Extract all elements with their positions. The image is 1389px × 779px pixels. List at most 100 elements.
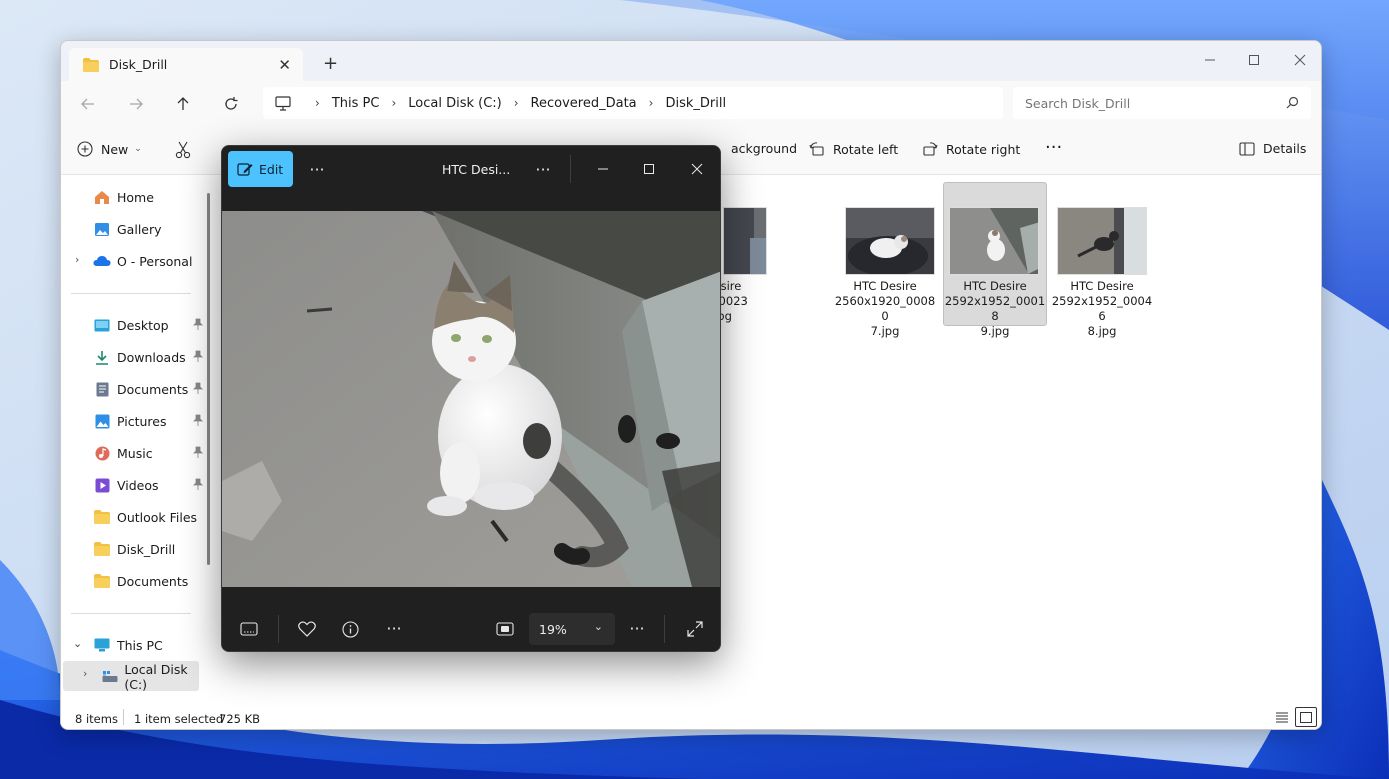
- selection-size: 725 KB: [219, 712, 261, 726]
- forward-button[interactable]: [125, 93, 147, 115]
- breadcrumb[interactable]: › This PC › Local Disk (C:) › Recovered_…: [263, 87, 1003, 119]
- breadcrumb-recovered-data[interactable]: Recovered_Data: [531, 96, 637, 111]
- sidebar-item-documents-folder[interactable]: Documents: [93, 569, 203, 593]
- sidebar-item-local-disk[interactable]: Local Disk (C:): [101, 662, 211, 692]
- rotate-left-button[interactable]: Rotate left: [809, 141, 898, 157]
- divider: [278, 615, 279, 643]
- sidebar-item-pictures[interactable]: Pictures: [93, 409, 203, 433]
- chevron-down-icon: ⌄: [134, 144, 142, 154]
- minimize-button[interactable]: [1199, 49, 1221, 71]
- file-item[interactable]: Desire 0_00023 jpg: [698, 183, 817, 327]
- rotate-right-button[interactable]: Rotate right: [922, 141, 1020, 157]
- pin-icon[interactable]: [193, 382, 203, 397]
- file-name: HTC Desire 2592x1952_00018 9.jpg: [944, 279, 1046, 338]
- filmstrip-icon: [240, 622, 258, 636]
- photos-bottom-bar: ··· 19% ⌄ ···: [222, 605, 720, 651]
- file-item[interactable]: HTC Desire 2560x1920_00080 7.jpg: [833, 183, 937, 338]
- photo-more-button[interactable]: ···: [532, 158, 554, 180]
- maximize-button[interactable]: [1243, 49, 1265, 71]
- scissors-icon: [175, 141, 191, 159]
- breadcrumb-this-pc[interactable]: This PC: [332, 96, 380, 111]
- new-tab-button[interactable]: +: [323, 53, 338, 74]
- sidebar-item-disk-drill[interactable]: Disk_Drill: [93, 537, 203, 561]
- rotate-right-label: Rotate right: [946, 141, 1021, 157]
- details-pane-icon: [1239, 141, 1255, 156]
- sidebar-item-outlook-files[interactable]: Outlook Files: [93, 505, 203, 529]
- photos-minimize-button[interactable]: [592, 158, 614, 180]
- full-screen-button[interactable]: [684, 618, 706, 640]
- file-thumbnail: [845, 207, 935, 275]
- search-input[interactable]: [1025, 95, 1265, 111]
- sidebar-item-desktop[interactable]: Desktop: [93, 313, 203, 337]
- breadcrumb-disk-drill[interactable]: Disk_Drill: [665, 96, 726, 111]
- sidebar-item-documents[interactable]: Documents: [93, 377, 203, 401]
- photos-maximize-button[interactable]: [638, 158, 660, 180]
- close-window-button[interactable]: [1289, 49, 1311, 71]
- tab-disk-drill[interactable]: Disk_Drill ✕: [69, 48, 303, 81]
- sidebar-item-gallery[interactable]: Gallery: [93, 217, 203, 241]
- file-item-selected[interactable]: HTC Desire 2592x1952_00018 9.jpg: [943, 182, 1047, 338]
- folder-icon: [83, 57, 99, 72]
- sidebar-scrollbar[interactable]: [207, 193, 210, 565]
- chevron-right-icon: ›: [391, 96, 397, 110]
- sidebar-item-videos[interactable]: Videos: [93, 473, 203, 497]
- pin-icon[interactable]: [193, 350, 203, 365]
- set-background-button[interactable]: ackground: [731, 141, 797, 156]
- details-label: Details: [1263, 141, 1307, 156]
- bottom-more-button[interactable]: ···: [382, 617, 406, 639]
- zoom-more-button[interactable]: ···: [625, 617, 649, 639]
- edit-button[interactable]: Edit: [228, 151, 293, 187]
- zoom-dropdown[interactable]: 19% ⌄: [529, 613, 615, 645]
- pin-icon[interactable]: [193, 414, 203, 429]
- photos-close-button[interactable]: [686, 158, 708, 180]
- file-thumbnail: [723, 207, 767, 275]
- sidebar-item-downloads[interactable]: Downloads: [93, 345, 203, 369]
- sidebar-item-onedrive-personal[interactable]: O - Personal: [93, 249, 203, 273]
- favorite-button[interactable]: [296, 618, 318, 640]
- large-icons-view-button[interactable]: [1295, 707, 1317, 727]
- sidebar-item-label: Documents: [117, 381, 189, 397]
- photos-title-bar: Edit ··· HTC Desi... ···: [222, 146, 720, 192]
- expand-icon: [687, 621, 703, 637]
- photo-canvas[interactable]: [222, 211, 720, 587]
- folder-icon: [93, 541, 111, 557]
- filmstrip-button[interactable]: [238, 618, 260, 640]
- file-info-button[interactable]: [339, 618, 361, 640]
- chevron-right-icon[interactable]: ›: [83, 667, 87, 680]
- back-button[interactable]: [77, 93, 99, 115]
- divider: [664, 615, 665, 643]
- sidebar-item-music[interactable]: Music: [93, 441, 203, 465]
- pin-icon[interactable]: [193, 318, 203, 333]
- file-item[interactable]: HTC Desire 2592x1952_00046 8.jpg: [1050, 183, 1154, 338]
- new-button[interactable]: New ⌄: [77, 141, 142, 157]
- refresh-button[interactable]: [220, 93, 242, 115]
- music-icon: [93, 445, 111, 461]
- refresh-icon: [225, 97, 238, 110]
- more-options-button[interactable]: ···: [306, 158, 328, 180]
- chevron-down-icon[interactable]: ⌄: [73, 637, 82, 650]
- sidebar-item-home[interactable]: Home: [93, 185, 203, 209]
- list-view-icon: [1276, 712, 1288, 723]
- more-options-button[interactable]: ···: [1045, 137, 1062, 158]
- details-button[interactable]: Details: [1239, 141, 1306, 156]
- sidebar-item-this-pc[interactable]: This PC: [93, 633, 203, 657]
- search-box[interactable]: [1013, 87, 1311, 119]
- up-button[interactable]: [172, 93, 194, 115]
- details-view-button[interactable]: [1275, 710, 1289, 727]
- sidebar-item-label: Desktop: [117, 317, 169, 333]
- sidebar-item-label: Videos: [117, 477, 159, 493]
- pin-icon[interactable]: [193, 446, 203, 461]
- actual-size-button[interactable]: [494, 618, 516, 640]
- cut-button[interactable]: [175, 141, 199, 159]
- close-tab-icon[interactable]: ✕: [278, 56, 291, 74]
- chevron-right-icon: ›: [648, 96, 654, 110]
- monitor-icon: [93, 637, 111, 653]
- sidebar-item-label: Local Disk (C:): [124, 662, 188, 692]
- zoom-value: 19%: [539, 621, 567, 637]
- chevron-right-icon: ›: [513, 96, 519, 110]
- new-label: New: [101, 141, 129, 157]
- edit-image-icon: [237, 163, 253, 176]
- pin-icon[interactable]: [193, 478, 203, 493]
- chevron-right-icon[interactable]: ›: [75, 253, 79, 266]
- breadcrumb-local-disk[interactable]: Local Disk (C:): [408, 96, 501, 111]
